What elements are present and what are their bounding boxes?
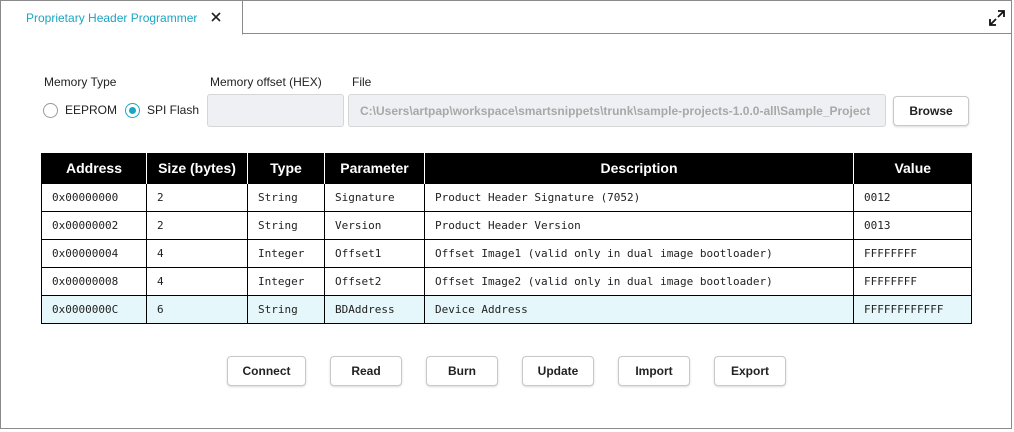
- spi-flash-label: SPI Flash: [147, 103, 200, 117]
- eeprom-radio[interactable]: [43, 103, 58, 118]
- import-button[interactable]: Import: [618, 356, 690, 386]
- cell-address: 0x00000004: [41, 238, 147, 268]
- cell-description: Device Address: [424, 294, 854, 324]
- cell-parameter: Signature: [324, 182, 425, 212]
- column-header-address[interactable]: Address: [41, 153, 147, 183]
- cell-parameter: Offset2: [324, 266, 425, 296]
- cell-value[interactable]: 0013: [853, 210, 972, 240]
- column-header-type[interactable]: Type: [247, 153, 325, 183]
- column-header-description[interactable]: Description: [424, 153, 854, 183]
- cell-description: Offset Image2 (valid only in dual image …: [424, 266, 854, 296]
- cell-value[interactable]: 0012: [853, 182, 972, 212]
- export-button[interactable]: Export: [714, 356, 786, 386]
- cell-size: 2: [146, 210, 248, 240]
- table-row[interactable]: 0x00000008 4 Integer Offset2 Offset Imag…: [41, 266, 972, 296]
- memory-type-label: Memory Type: [44, 75, 117, 89]
- table-row[interactable]: 0x00000000 2 String Signature Product He…: [41, 182, 972, 212]
- tab-title: Proprietary Header Programmer: [26, 10, 198, 25]
- cell-value[interactable]: FFFFFFFF: [853, 266, 972, 296]
- browse-button[interactable]: Browse: [893, 96, 969, 126]
- cell-type: Integer: [247, 266, 325, 296]
- cell-description: Offset Image1 (valid only in dual image …: [424, 238, 854, 268]
- cell-description: Product Header Signature (7052): [424, 182, 854, 212]
- cell-size: 4: [146, 266, 248, 296]
- cell-address: 0x00000008: [41, 266, 147, 296]
- eeprom-label: EEPROM: [65, 103, 118, 117]
- close-icon[interactable]: [209, 10, 223, 24]
- header-table: Address Size (bytes) Type Parameter Desc…: [41, 153, 972, 324]
- cell-type: String: [247, 210, 325, 240]
- column-header-value[interactable]: Value: [853, 153, 972, 183]
- read-button[interactable]: Read: [330, 356, 402, 386]
- maximize-icon[interactable]: [988, 9, 1006, 27]
- cell-parameter: Version: [324, 210, 425, 240]
- cell-type: Integer: [247, 238, 325, 268]
- file-label: File: [352, 75, 372, 89]
- cell-address: 0x00000002: [41, 210, 147, 240]
- column-header-parameter[interactable]: Parameter: [324, 153, 425, 183]
- cell-parameter: Offset1: [324, 238, 425, 268]
- cell-description: Product Header Version: [424, 210, 854, 240]
- cell-address: 0x00000000: [41, 182, 147, 212]
- programmer-window: Proprietary Header Programmer Memory Typ…: [0, 0, 1012, 429]
- cell-type: String: [247, 294, 325, 324]
- cell-parameter: BDAddress: [324, 294, 425, 324]
- table-row-selected[interactable]: 0x0000000C 6 String BDAddress Device Add…: [41, 294, 972, 324]
- spi-flash-radio[interactable]: [125, 103, 140, 118]
- cell-address: 0x0000000C: [41, 294, 147, 324]
- cell-type: String: [247, 182, 325, 212]
- table-row[interactable]: 0x00000002 2 String Version Product Head…: [41, 210, 972, 240]
- update-button[interactable]: Update: [522, 356, 594, 386]
- column-header-size[interactable]: Size (bytes): [146, 153, 248, 183]
- table-row[interactable]: 0x00000004 4 Integer Offset1 Offset Imag…: [41, 238, 972, 268]
- cell-size: 6: [146, 294, 248, 324]
- tab-proprietary-header-programmer[interactable]: Proprietary Header Programmer: [1, 1, 243, 35]
- cell-size: 4: [146, 238, 248, 268]
- cell-size: 2: [146, 182, 248, 212]
- tab-bar: Proprietary Header Programmer: [1, 1, 1011, 35]
- memory-offset-input[interactable]: [207, 94, 344, 127]
- burn-button[interactable]: Burn: [426, 356, 498, 386]
- memory-offset-label: Memory offset (HEX): [210, 75, 322, 89]
- table-header-row: Address Size (bytes) Type Parameter Desc…: [41, 153, 972, 183]
- cell-value[interactable]: FFFFFFFFFFFF: [853, 294, 972, 324]
- file-path-input[interactable]: C:\Users\artpap\workspace\smartsnippets\…: [348, 94, 886, 127]
- connect-button[interactable]: Connect: [227, 356, 306, 386]
- cell-value[interactable]: FFFFFFFF: [853, 238, 972, 268]
